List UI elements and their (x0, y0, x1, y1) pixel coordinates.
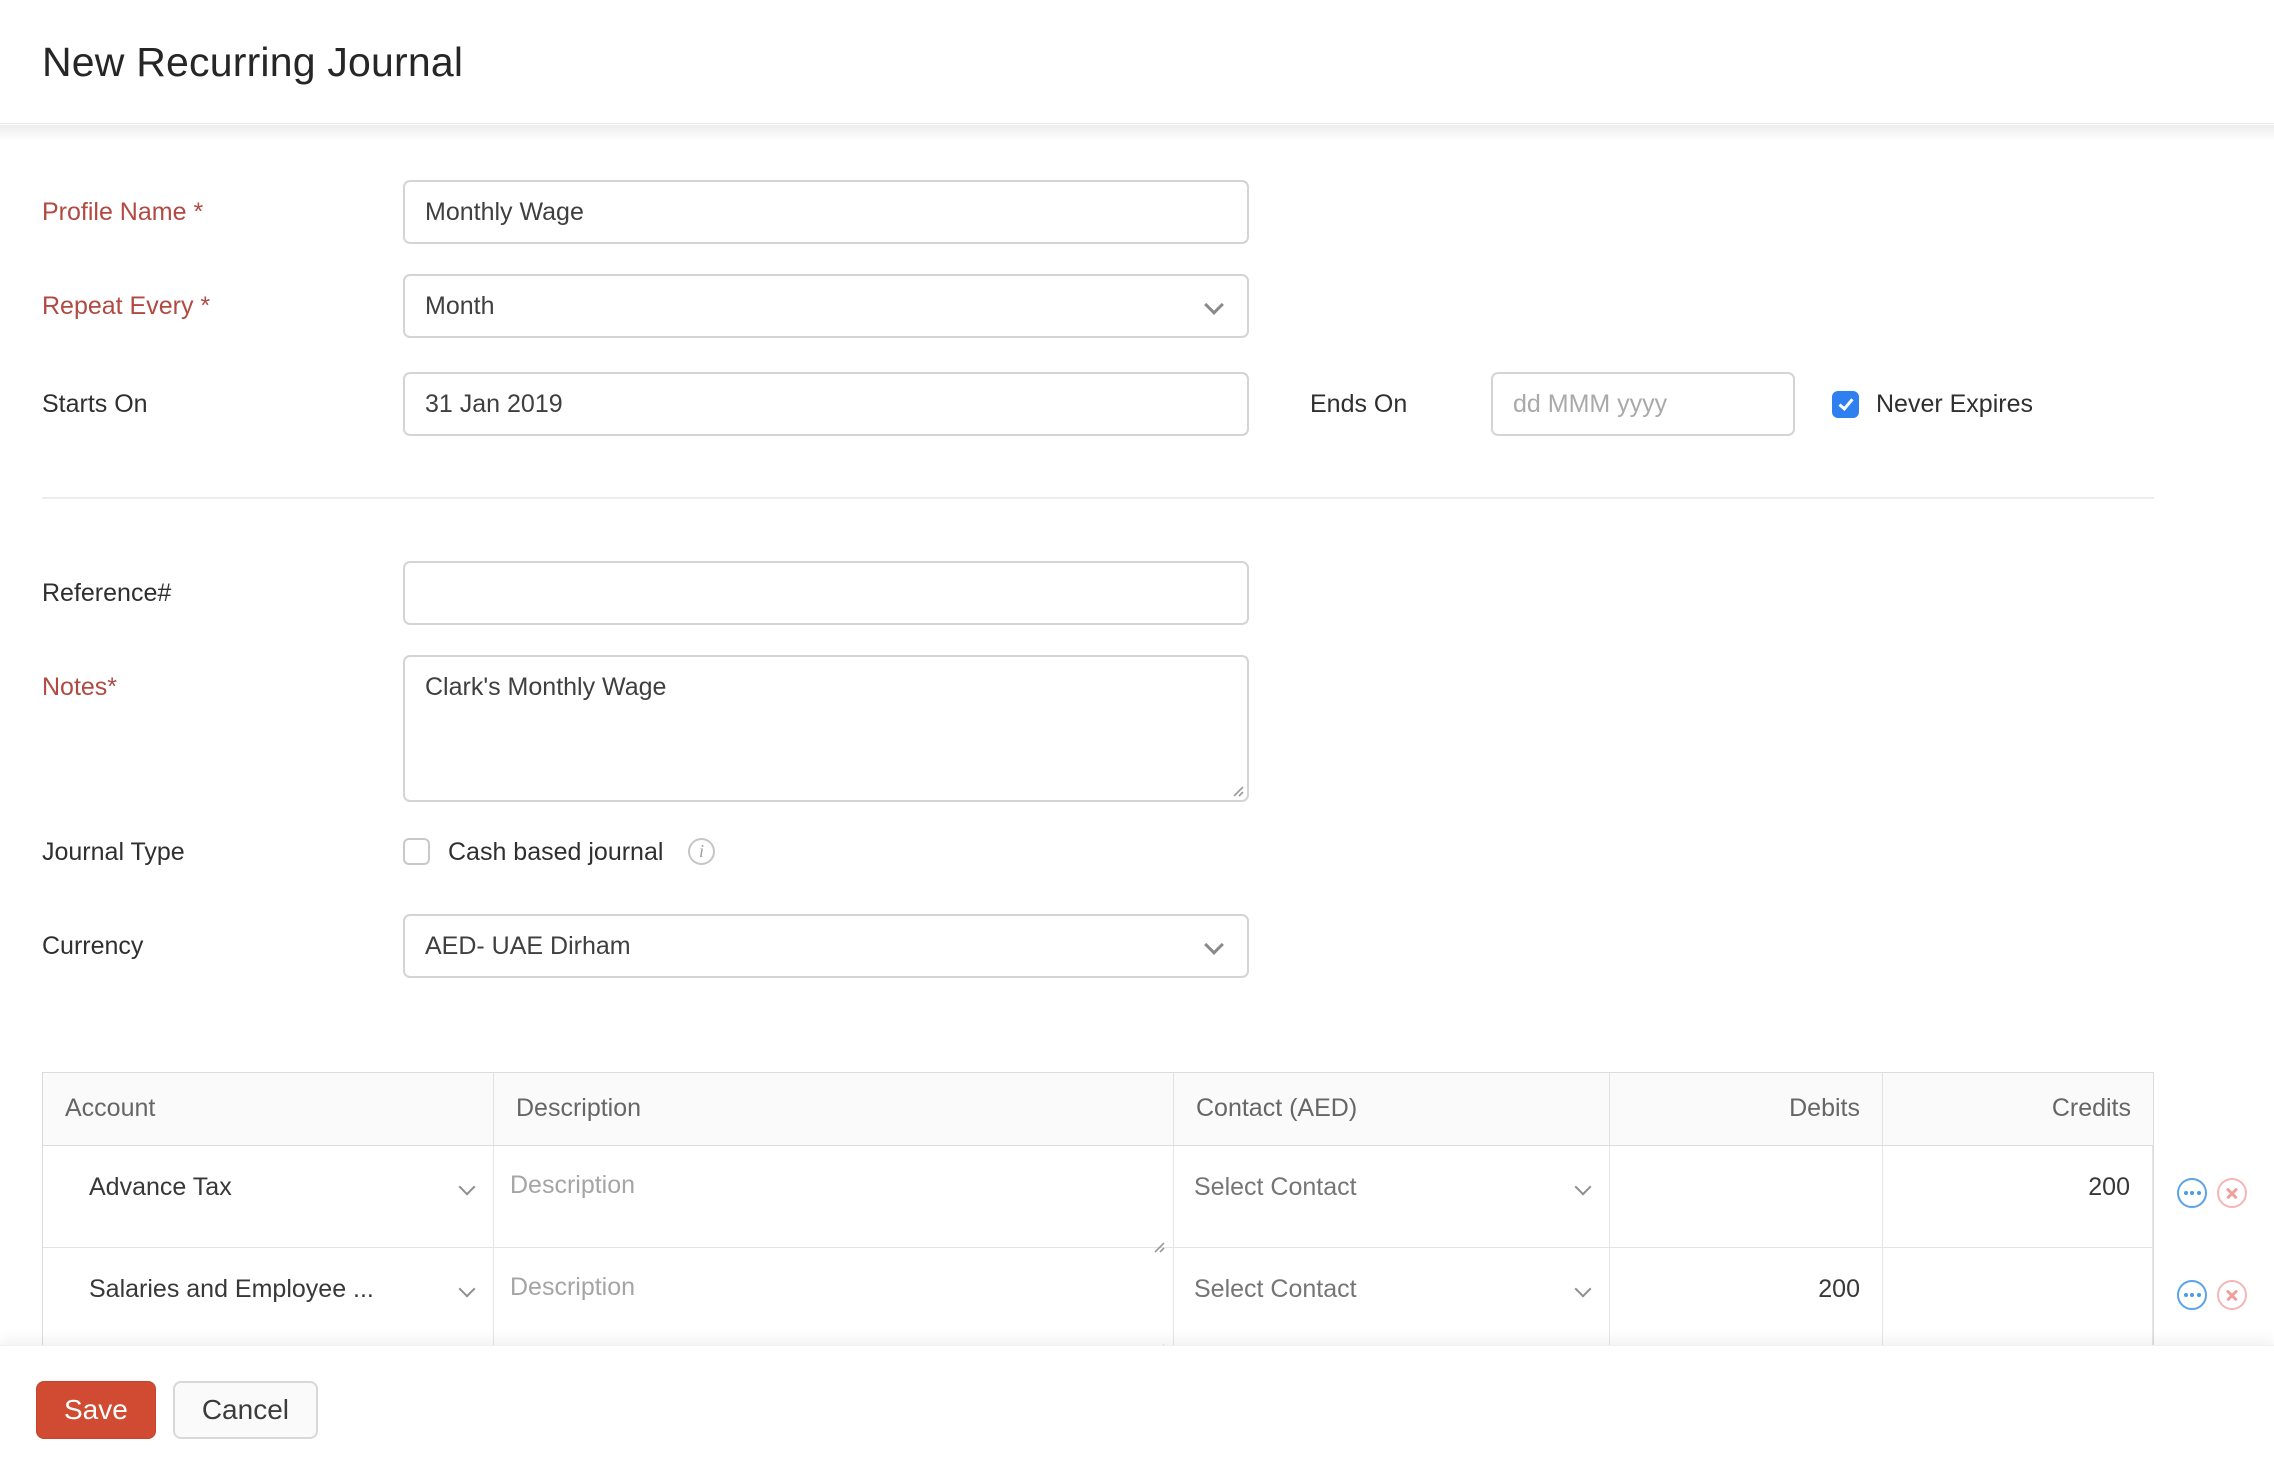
remove-row-icon[interactable] (2217, 1280, 2247, 1310)
chevron-down-icon (458, 1280, 476, 1298)
notes-field-wrap: Clark's Monthly Wage (403, 655, 1249, 802)
contact-value: Select Contact (1194, 1173, 1357, 1201)
page-title: New Recurring Journal (42, 39, 464, 85)
cancel-button[interactable]: Cancel (172, 1381, 318, 1439)
description-cell (494, 1146, 1174, 1259)
never-expires-checkbox[interactable] (1832, 391, 1859, 418)
contact-column-header: Contact (AED) (1174, 1073, 1610, 1145)
credits-cell[interactable]: 200 (1883, 1146, 2153, 1259)
currency-label: Currency (42, 932, 144, 960)
journal-lines-table: Account Description Contact (AED) Debits… (42, 1072, 2247, 1361)
currency-select[interactable]: AED- UAE Dirham (403, 914, 1249, 978)
notes-label: Notes* (42, 673, 118, 701)
starts-on-input[interactable] (403, 372, 1249, 436)
starts-on-label: Starts On (42, 390, 148, 418)
chevron-down-icon (458, 1178, 476, 1196)
debits-cell[interactable] (1610, 1146, 1883, 1259)
remove-row-icon[interactable] (2217, 1178, 2247, 1208)
account-select[interactable]: Advance Tax (43, 1146, 494, 1259)
resize-handle-icon[interactable] (1228, 781, 1244, 797)
reference-input[interactable] (403, 561, 1249, 625)
never-expires-label: Never Expires (1876, 390, 2033, 418)
repeat-every-label: Repeat Every * (42, 292, 211, 320)
account-value: Advance Tax (89, 1173, 232, 1201)
check-icon (1838, 395, 1854, 411)
notes-textarea[interactable]: Clark's Monthly Wage (403, 655, 1249, 802)
ends-on-label: Ends On (1310, 390, 1408, 418)
currency-value: AED- UAE Dirham (425, 932, 631, 960)
description-column-header: Description (494, 1073, 1174, 1145)
ends-on-input[interactable] (1491, 372, 1795, 436)
reference-label: Reference# (42, 579, 172, 607)
contact-value: Select Contact (1194, 1275, 1357, 1303)
profile-name-input[interactable] (403, 180, 1249, 244)
table-row: Advance Tax Select Contact 200 (43, 1146, 2247, 1259)
row-actions (2177, 1178, 2247, 1208)
row-actions (2177, 1280, 2247, 1310)
journal-type-label: Journal Type (42, 838, 185, 866)
table-header-row: Account Description Contact (AED) Debits… (43, 1073, 2153, 1146)
cash-based-journal-checkbox[interactable] (403, 838, 430, 865)
more-options-icon[interactable] (2177, 1178, 2207, 1208)
table-row: Salaries and Employee ... Select Contact… (43, 1248, 2247, 1361)
info-icon[interactable]: i (688, 838, 715, 865)
save-button[interactable]: Save (36, 1381, 156, 1439)
chevron-down-icon (1574, 1178, 1592, 1196)
chevron-down-icon (1204, 935, 1224, 955)
account-column-header: Account (43, 1073, 494, 1145)
contact-select[interactable]: Select Contact (1174, 1146, 1610, 1259)
credits-column-header: Credits (2051, 1094, 2131, 1122)
section-divider (42, 497, 2154, 499)
repeat-every-select[interactable]: Month (403, 274, 1249, 338)
debits-column-header: Debits (1610, 1073, 1883, 1145)
description-textarea[interactable] (494, 1146, 1173, 1259)
cash-based-journal-text: Cash based journal (448, 838, 664, 866)
repeat-every-value: Month (425, 292, 495, 320)
profile-name-label: Profile Name * (42, 198, 204, 226)
chevron-down-icon (1574, 1280, 1592, 1298)
chevron-down-icon (1204, 295, 1224, 315)
account-value: Salaries and Employee ... (89, 1275, 374, 1303)
footer-bar: Save Cancel (0, 1345, 2274, 1474)
more-options-icon[interactable] (2177, 1280, 2207, 1310)
header-shadow (0, 125, 2274, 141)
page-header: New Recurring Journal (0, 0, 2274, 124)
